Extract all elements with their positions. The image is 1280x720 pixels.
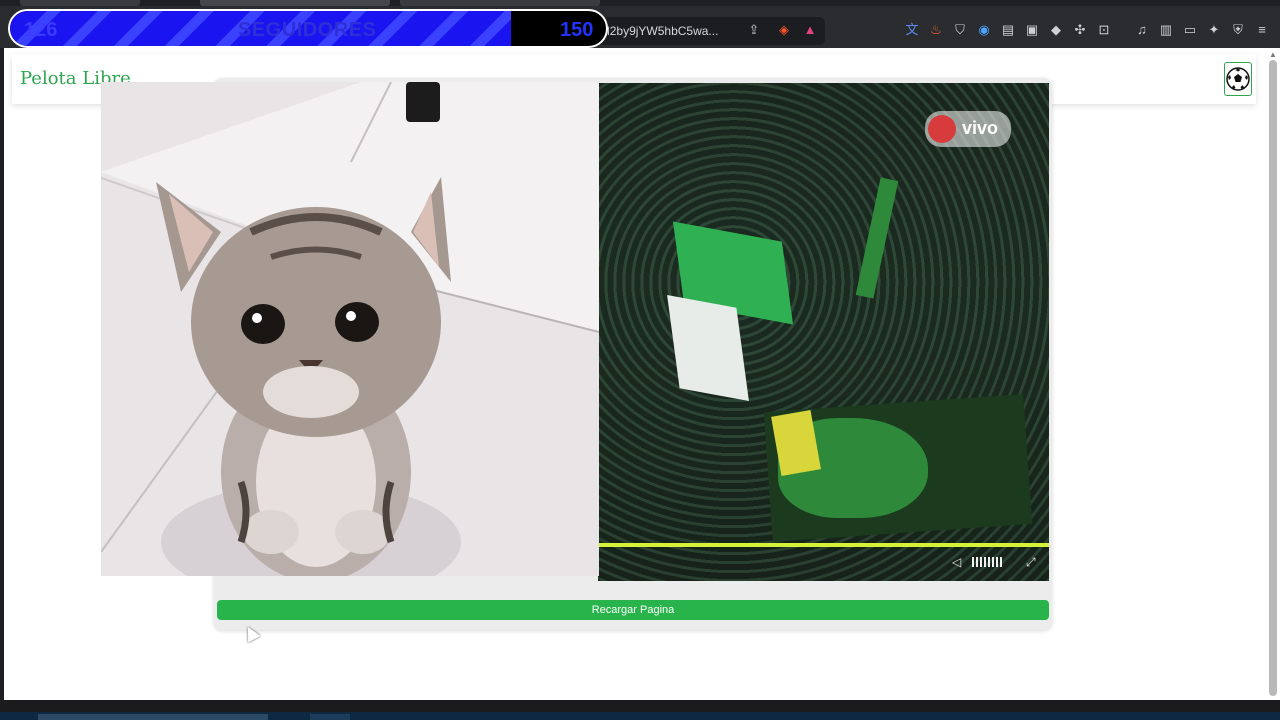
browser-tab[interactable] bbox=[20, 0, 140, 6]
taskbar-item[interactable] bbox=[38, 714, 268, 720]
puzzle-extensions-icon[interactable]: ✣ bbox=[1072, 22, 1088, 38]
vpn-extension-icon[interactable]: ◉ bbox=[976, 22, 992, 38]
video-player[interactable]: vivo ◁ ⤢ bbox=[598, 83, 1049, 581]
page-scrollbar[interactable]: ▲ bbox=[1266, 48, 1280, 700]
volume-slider[interactable] bbox=[972, 557, 1004, 567]
taskbar bbox=[0, 712, 1280, 720]
shield-extension-icon[interactable]: ⛉ bbox=[952, 22, 968, 38]
browser-tab[interactable] bbox=[400, 0, 600, 6]
music-icon[interactable]: ♫ bbox=[1134, 22, 1150, 38]
follower-progress-overlay: 126 SEGUIDORES 150 bbox=[8, 9, 608, 48]
vpn-shield-icon[interactable]: ⛨ bbox=[1230, 22, 1246, 38]
screen-extension-icon[interactable]: ▣ bbox=[1024, 22, 1040, 38]
capture-extension-icon[interactable]: ⊡ bbox=[1096, 22, 1112, 38]
note-extension-icon[interactable]: ▤ bbox=[1000, 22, 1016, 38]
scroll-thumb[interactable] bbox=[1269, 60, 1277, 696]
sidebar-icon[interactable]: ▥ bbox=[1158, 22, 1174, 38]
follower-goal: 150 bbox=[560, 19, 594, 41]
share-icon[interactable]: ⇪ bbox=[746, 22, 762, 38]
follower-count: 126 bbox=[24, 19, 58, 41]
live-badge-text: vivo bbox=[962, 118, 999, 138]
leo-ai-icon[interactable]: ✦ bbox=[1206, 22, 1222, 38]
kitten-illustration bbox=[101, 82, 599, 576]
globe-icon bbox=[928, 115, 956, 143]
brave-lion-icon[interactable]: ◈ bbox=[776, 22, 792, 38]
soccer-ball-icon bbox=[1226, 67, 1250, 91]
wallet-icon[interactable]: ▭ bbox=[1182, 22, 1198, 38]
kitten-image bbox=[101, 82, 599, 576]
brave-rewards-icon[interactable]: ▲ bbox=[802, 22, 818, 38]
browser-tab-active[interactable] bbox=[200, 0, 390, 6]
video-progress-fill bbox=[598, 543, 1049, 547]
translate-icon[interactable]: 文 bbox=[904, 22, 920, 38]
soccer-ball-button[interactable] bbox=[1224, 62, 1252, 96]
menu-icon[interactable]: ≡ bbox=[1254, 22, 1270, 38]
page-bottom-edge bbox=[0, 700, 1280, 712]
scroll-up-arrow-icon[interactable]: ▲ bbox=[1269, 50, 1277, 59]
fullscreen-icon[interactable]: ⤢ bbox=[1026, 555, 1036, 569]
reload-page-button[interactable]: Recargar Pagina bbox=[217, 600, 1049, 620]
video-progress-track[interactable] bbox=[598, 543, 1049, 547]
taskbar-item[interactable] bbox=[310, 714, 350, 720]
diamond-extension-icon[interactable]: ◆ bbox=[1048, 22, 1064, 38]
tab-strip bbox=[0, 0, 1280, 6]
follower-label: SEGUIDORES bbox=[238, 19, 377, 41]
white-flag bbox=[667, 295, 749, 401]
volume-icon[interactable]: ◁ bbox=[952, 555, 961, 569]
fire-extension-icon[interactable]: ♨ bbox=[928, 22, 944, 38]
